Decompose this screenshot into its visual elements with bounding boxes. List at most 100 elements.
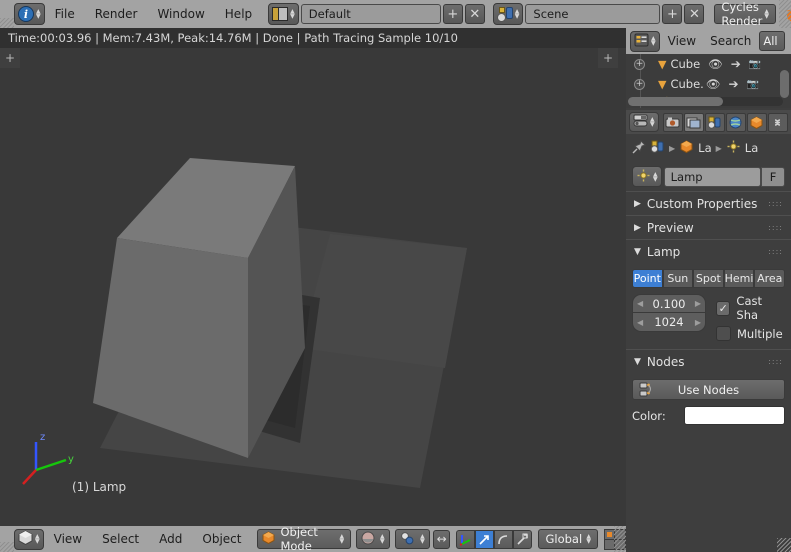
scene-layers-widget[interactable] (604, 528, 627, 550)
properties-editor: ▲ ▼ ▶ La ▶ La ▲ ▼ Lamp F ▶ Custom Proper… (626, 110, 791, 552)
cast-shadow-row[interactable]: ✓ Cast Sha (716, 294, 785, 322)
chevron-right-icon: ▶ (715, 143, 722, 153)
multiple-importance-row[interactable]: Multiple (716, 326, 785, 341)
render-result-area[interactable]: + + z y (1) Lamp (0, 48, 626, 526)
lamp-type-area[interactable]: Area (754, 269, 785, 288)
outliner-menu-view[interactable]: View (660, 27, 704, 55)
render-engine-selector[interactable]: Cycles Render ▲ ▼ (714, 0, 776, 28)
menu-render[interactable]: Render (85, 0, 148, 28)
tab-constraints[interactable] (767, 112, 788, 132)
tab-render-layers[interactable] (683, 112, 704, 132)
interaction-mode-selector[interactable]: Object Mode ▲ ▼ (257, 525, 352, 552)
add-scene-button[interactable]: + (662, 4, 683, 24)
cursor-arrow-icon[interactable]: ➔ (731, 57, 741, 71)
chevron-left-icon[interactable]: ◀ (637, 318, 643, 327)
lamp-type-spot[interactable]: Spot (693, 269, 724, 288)
menu-object[interactable]: Object (192, 525, 251, 552)
expand-toggle[interactable]: + (634, 58, 645, 70)
editor-type-selector-properties[interactable]: ▲ ▼ (629, 112, 659, 132)
translate-manipulator-icon[interactable] (475, 529, 495, 549)
camera-icon[interactable]: 📷 (747, 79, 759, 90)
outliner-body[interactable]: + ▼ Cube 👁 ➔ 📷 + ▼ Cube. 👁 ➔ 📷 ◉ (626, 54, 791, 108)
panel-drag-handle[interactable]: :::: (768, 247, 783, 255)
list-item[interactable]: + ▼ Cube 👁 ➔ 📷 (626, 54, 776, 74)
screen-layout-name[interactable]: Default (300, 4, 441, 24)
render-engine-value: Cycles Render (721, 0, 763, 28)
eye-icon[interactable]: 👁 (706, 77, 721, 91)
menu-view[interactable]: View (44, 525, 92, 552)
scale-manipulator-icon[interactable] (513, 529, 533, 549)
breadcrumb-object-icon[interactable] (679, 140, 694, 156)
tab-scene[interactable] (704, 112, 725, 132)
menu-help[interactable]: Help (215, 0, 262, 28)
panel-nodes[interactable]: ▼ Nodes :::: (626, 349, 791, 373)
tab-world[interactable] (725, 112, 746, 132)
screen-layout-icon-button[interactable]: ▲ ▼ (268, 3, 299, 25)
outliner-item-label: Cube (670, 57, 701, 71)
pivot-point-selector[interactable]: ▲ ▼ (394, 529, 430, 549)
toolbar-toggle-right[interactable]: + (598, 48, 618, 68)
color-swatch[interactable] (684, 406, 785, 425)
breadcrumb-scene-icon[interactable] (650, 140, 665, 156)
chevron-updown-icon: ▲ ▼ (290, 8, 295, 20)
menu-add[interactable]: Add (149, 525, 192, 552)
toolbar-toggle-left[interactable]: + (0, 48, 20, 68)
scene-icon-button[interactable]: ▲ ▼ (492, 3, 524, 25)
menu-window[interactable]: Window (147, 0, 214, 28)
snap-to-icon-button[interactable]: ↔ (432, 529, 451, 549)
panel-drag-handle[interactable]: :::: (768, 223, 783, 231)
expand-toggle[interactable]: + (634, 78, 645, 90)
pin-icon[interactable] (632, 139, 646, 157)
chevron-right-icon[interactable]: ▶ (695, 318, 701, 327)
menu-select[interactable]: Select (92, 525, 149, 552)
lamp-type-sun[interactable]: Sun (662, 269, 694, 288)
editor-type-selector-3dview[interactable]: ▲ ▼ (14, 528, 44, 550)
list-item[interactable]: + ▼ Cube. 👁 ➔ 📷 (626, 74, 776, 94)
object-mode-icon (262, 531, 275, 547)
viewport-header: ▲ ▼ View Select Add Object Object Mode ▲ ▼… (0, 525, 627, 552)
viewport-shading-selector[interactable]: ▲ ▼ (356, 529, 390, 549)
breadcrumb-lamp-icon[interactable] (726, 140, 741, 156)
delete-screen-button[interactable]: ✕ (464, 4, 485, 24)
add-screen-button[interactable]: + (442, 4, 463, 24)
outliner-display-mode[interactable]: All (759, 31, 786, 51)
lamp-type-point[interactable]: Point (632, 269, 663, 288)
panel-drag-handle[interactable]: :::: (768, 357, 783, 365)
header-grip[interactable] (0, 18, 14, 28)
outliner-item-label: Cube. (670, 77, 704, 91)
outliner-menu-search[interactable]: Search (704, 27, 757, 55)
transform-orientation-selector[interactable]: Global ▲ ▼ (538, 529, 599, 549)
chevron-right-icon[interactable]: ▶ (695, 299, 701, 308)
panel-lamp[interactable]: ▼ Lamp :::: (626, 239, 791, 263)
outliner-horizontal-scrollbar[interactable] (628, 97, 783, 106)
fake-user-button[interactable]: F (761, 166, 785, 187)
panel-drag-handle[interactable]: :::: (768, 199, 783, 207)
cursor-arrow-icon[interactable]: ➔ (728, 77, 738, 91)
editor-type-selector[interactable]: i ▲ ▼ (14, 3, 45, 25)
use-nodes-button[interactable]: Use Nodes (632, 379, 785, 400)
panel-preview[interactable]: ▶ Preview :::: (626, 215, 791, 239)
lamp-data-icon-button[interactable]: ▲ ▼ (632, 166, 662, 187)
lamp-name-field[interactable]: Lamp (663, 166, 761, 187)
eye-icon[interactable]: 👁 (708, 57, 723, 71)
menu-file[interactable]: File (45, 0, 85, 28)
color-label: Color: (632, 408, 666, 423)
camera-icon[interactable]: 📷 (749, 59, 761, 70)
tab-object[interactable] (746, 112, 767, 132)
scene-icon (496, 6, 513, 22)
delete-scene-button[interactable]: ✕ (684, 4, 705, 24)
lamp-size-field[interactable]: ◀ 0.100 ▶ (632, 294, 706, 313)
checkbox-checked-icon[interactable]: ✓ (716, 300, 731, 316)
lamp-samples-field[interactable]: ◀ 1024 ▶ (632, 313, 706, 332)
lamp-type-hemi[interactable]: Hemi (723, 269, 755, 288)
rotate-manipulator-icon[interactable] (494, 529, 514, 549)
tab-render[interactable] (662, 112, 683, 132)
footer-grip[interactable] (0, 542, 14, 552)
chevron-left-icon[interactable]: ◀ (637, 299, 643, 308)
scene-name[interactable]: Scene (525, 4, 661, 24)
outliner-vertical-scrollbar[interactable] (780, 70, 789, 98)
editor-type-selector-outliner[interactable]: ▲ ▼ (630, 30, 660, 52)
checkbox-unchecked-icon[interactable] (716, 326, 731, 341)
manipulator-visible-icon[interactable] (456, 529, 476, 549)
panel-custom-properties[interactable]: ▶ Custom Properties :::: (626, 191, 791, 215)
